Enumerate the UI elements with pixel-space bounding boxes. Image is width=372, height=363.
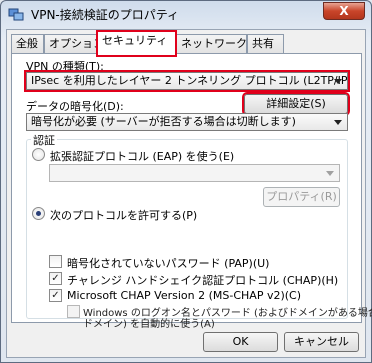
eap-select[interactable] (49, 164, 340, 182)
chevron-down-icon (334, 120, 342, 125)
mschapv2-checkbox[interactable]: ✓ (49, 289, 62, 302)
allow-protocols-label: 次のプロトコルを許可する(P) (50, 209, 198, 222)
chap-checkbox[interactable]: ✓ (49, 272, 62, 285)
windows-logon-checkbox[interactable] (67, 305, 80, 318)
encryption-value: 暗号化が必要 (サーバーが拒否する場合は切断します) (31, 115, 296, 128)
pap-checkbox[interactable] (49, 255, 62, 268)
cancel-button[interactable]: キャンセル (284, 332, 359, 352)
authentication-group-title: 認証 (31, 132, 57, 148)
network-connection-icon (8, 8, 24, 21)
chevron-down-icon (326, 171, 334, 176)
eap-radio-label: 拡張認証プロトコル (EAP) を使う(E) (50, 150, 235, 163)
tab-general[interactable]: 全般 (11, 34, 44, 54)
tab-options[interactable]: オプション (44, 34, 104, 54)
eap-properties-button[interactable]: プロパティ(R) (263, 187, 340, 207)
ok-button[interactable]: OK (203, 332, 278, 352)
window-title: VPN-接続検証のプロパティ (31, 8, 180, 22)
chevron-down-icon (334, 79, 342, 84)
tab-network[interactable]: ネットワーク (176, 34, 247, 54)
close-button[interactable]: X (323, 2, 365, 20)
encryption-select[interactable]: 暗号化が必要 (サーバーが拒否する場合は切断します) (26, 113, 348, 131)
vpn-type-select[interactable]: IPsec を利用したレイヤー 2 トンネリング プロトコル (L2TP/IPS… (24, 70, 350, 92)
dialog-body: 全般 オプション セキュリティ ネットワーク 共有 VPN の種類(T): IP… (6, 29, 372, 358)
properties-dialog: VPN-接続検証のプロパティ X 全般 オプション セキュリティ ネットワーク … (0, 0, 372, 363)
eap-radio[interactable] (32, 148, 45, 161)
chap-label: チャレンジ ハンドシェイク認証プロトコル (CHAP)(H) (67, 274, 339, 287)
encryption-label: データの暗号化(D): (26, 100, 124, 113)
pap-label: 暗号化されていないパスワード (PAP)(U) (67, 257, 270, 270)
security-panel: VPN の種類(T): IPsec を利用したレイヤー 2 トンネリング プロト… (11, 53, 372, 330)
title-bar[interactable]: VPN-接続検証のプロパティ X (1, 1, 371, 27)
tab-security[interactable]: セキュリティ (96, 30, 177, 57)
allow-protocols-radio[interactable] (32, 207, 45, 220)
windows-logon-label-line2: ドメイン) を自動的に使う(A) (83, 319, 215, 330)
advanced-settings-button[interactable]: 詳細設定(S) (242, 92, 350, 116)
tab-sharing[interactable]: 共有 (247, 34, 284, 54)
vpn-type-value: IPsec を利用したレイヤー 2 トンネリング プロトコル (L2TP/IPS… (31, 74, 348, 87)
mschapv2-label: Microsoft CHAP Version 2 (MS-CHAP v2)(C) (67, 289, 302, 302)
